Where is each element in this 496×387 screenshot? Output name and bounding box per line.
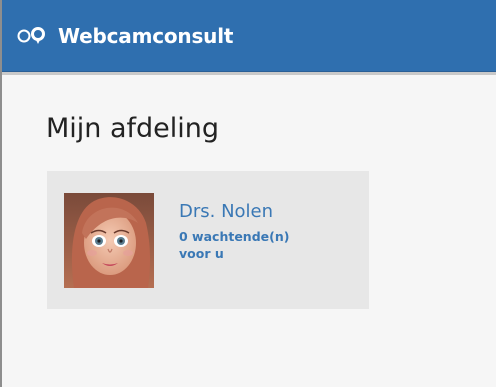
top-navigation-bar: Webcamconsult: [2, 0, 496, 72]
brand-name: Webcamconsult: [58, 23, 234, 48]
doctor-card[interactable]: Drs. Nolen 0 wachtende(n) voor u: [47, 171, 369, 309]
doctor-name-link[interactable]: Drs. Nolen: [179, 201, 289, 222]
doctor-info: Drs. Nolen 0 wachtende(n) voor u: [179, 201, 289, 262]
brand-logo-link[interactable]: Webcamconsult: [16, 24, 233, 48]
main-content: Mijn afdeling Drs. Nolen 0 wachtende(n) …: [2, 75, 496, 387]
doctor-avatar: [64, 193, 154, 288]
waiting-count-suffix: voor u: [179, 246, 224, 261]
page-title: Mijn afdeling: [46, 113, 220, 144]
webcam-logo-icon: [16, 26, 50, 46]
app-window: Webcamconsult Mijn afdeling Drs. Nolen 0…: [0, 0, 496, 387]
waiting-count: 0 wachtende(n): [179, 229, 290, 244]
